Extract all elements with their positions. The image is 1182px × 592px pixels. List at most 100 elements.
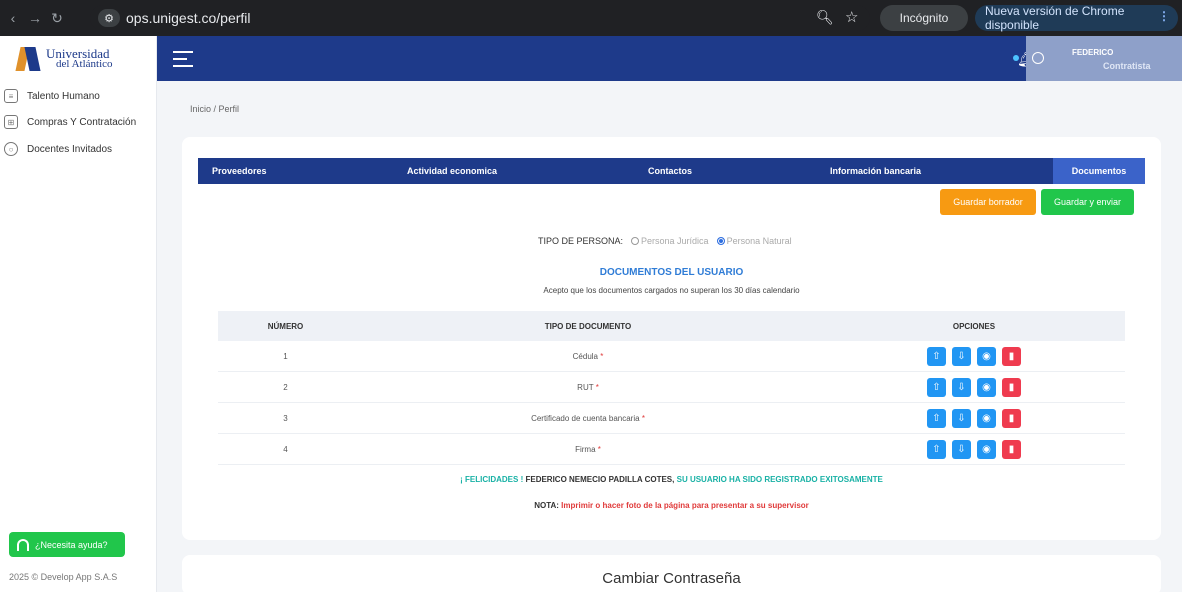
back-icon[interactable]: ‹ bbox=[4, 10, 22, 26]
delete-icon[interactable]: ▮ bbox=[1002, 439, 1021, 459]
nota-text: Imprimir o hacer foto de la página para … bbox=[561, 501, 809, 510]
top-bar: 🔔︎ FEDERICO Contratista bbox=[157, 36, 1182, 81]
upload-icon[interactable]: ⇧ bbox=[927, 439, 946, 459]
persona-type: TIPO DE PERSONA: Persona Jurídica Person… bbox=[538, 236, 792, 246]
header-options: OPCIONES bbox=[952, 321, 996, 331]
radio-persona-natural[interactable] bbox=[716, 237, 725, 245]
breadcrumb: Inicio / Perfil bbox=[190, 104, 240, 114]
user-menu[interactable]: FEDERICO Contratista bbox=[1026, 36, 1182, 81]
row-type: Certificado de cuenta bancaria * bbox=[353, 414, 823, 423]
sidebar-item-label: Compras Y Contratación bbox=[27, 116, 137, 128]
tab-proveedores[interactable]: Proveedores bbox=[198, 158, 393, 184]
cart-icon: ⊞ bbox=[4, 115, 18, 129]
delete-icon[interactable]: ▮ bbox=[1002, 377, 1021, 397]
profile-tabs: Proveedores Actividad economica Contacto… bbox=[198, 158, 1145, 184]
upload-icon[interactable]: ⇧ bbox=[927, 377, 946, 397]
persona-natural-label[interactable]: Persona Natural bbox=[727, 236, 792, 246]
help-label: ¿Necesita ayuda? bbox=[35, 539, 108, 550]
menu-toggle-icon[interactable] bbox=[173, 51, 193, 72]
header-number: NÚMERO bbox=[267, 321, 304, 331]
help-button[interactable]: ¿Necesita ayuda? bbox=[9, 532, 125, 557]
view-icon[interactable]: ◉ bbox=[977, 377, 996, 397]
zoom-icon[interactable]: 🔍︎ bbox=[816, 9, 834, 26]
password-title: Cambiar Contraseña bbox=[602, 570, 741, 587]
header-type: TIPO DE DOCUMENTO bbox=[544, 321, 632, 331]
sidebar-item-compras[interactable]: ⊞ Compras Y Contratación bbox=[0, 112, 136, 132]
row-type-label: Cédula bbox=[572, 351, 598, 361]
bookmark-star-icon[interactable]: ☆ bbox=[845, 8, 858, 26]
required-mark: * bbox=[597, 444, 601, 454]
chrome-update-button[interactable]: Nueva versión de Chrome disponible ⋮ bbox=[975, 4, 1178, 32]
documents-subtitle: Acepto que los documentos cargados no su… bbox=[543, 286, 800, 295]
logo-mark-icon bbox=[15, 45, 42, 73]
more-menu-icon[interactable]: ⋮ bbox=[1158, 9, 1170, 23]
view-icon[interactable]: ◉ bbox=[977, 408, 996, 428]
congrats-suffix: SU USUARIO HA SIDO REGISTRADO EXITOSAMEN… bbox=[676, 475, 883, 484]
persona-type-label: TIPO DE PERSONA: bbox=[538, 236, 624, 246]
row-type: Firma * bbox=[353, 445, 823, 454]
table-header: NÚMERO TIPO DE DOCUMENTO OPCIONES bbox=[218, 311, 1125, 341]
sidebar-item-label: Docentes Invitados bbox=[27, 143, 113, 155]
tab-informacion-bancaria[interactable]: Información bancaria bbox=[808, 158, 1053, 184]
delete-icon[interactable]: ▮ bbox=[1002, 408, 1021, 428]
row-type: RUT * bbox=[353, 383, 823, 392]
profile-card: Proveedores Actividad economica Contacto… bbox=[182, 137, 1161, 540]
download-icon[interactable]: ⇩ bbox=[952, 377, 971, 397]
radio-persona-juridica[interactable] bbox=[631, 237, 640, 245]
logo-line2: del Atlántico bbox=[56, 58, 113, 70]
tab-actividad-economica[interactable]: Actividad economica bbox=[393, 158, 623, 184]
sidebar-item-talento-humano[interactable]: ≡ Talento Humano bbox=[0, 86, 100, 106]
user-icon: ○ bbox=[4, 142, 18, 156]
university-logo[interactable]: Universidad del Atlántico bbox=[0, 36, 157, 82]
documents-title: DOCUMENTOS DEL USUARIO bbox=[599, 267, 744, 278]
save-draft-button[interactable]: Guardar borrador bbox=[940, 189, 1036, 215]
address-bar[interactable]: ⚙ ops.unigest.co/perfil bbox=[90, 5, 870, 31]
download-icon[interactable]: ⇩ bbox=[952, 439, 971, 459]
incognito-badge[interactable]: Incógnito bbox=[880, 5, 968, 31]
chrome-update-label: Nueva versión de Chrome disponible bbox=[985, 4, 1125, 32]
view-icon[interactable]: ◉ bbox=[977, 439, 996, 459]
sidebar-item-docentes[interactable]: ○ Docentes Invitados bbox=[0, 139, 112, 159]
upload-icon[interactable]: ⇧ bbox=[927, 408, 946, 428]
row-actions: ⇧ ⇩ ◉ ▮ bbox=[823, 346, 1125, 366]
site-settings-icon[interactable]: ⚙ bbox=[98, 9, 120, 27]
row-actions: ⇧ ⇩ ◉ ▮ bbox=[823, 408, 1125, 428]
documents-table: NÚMERO TIPO DE DOCUMENTO OPCIONES 1 Cédu… bbox=[218, 311, 1125, 465]
success-message: ¡ FELICIDADES ! FEDERICO NEMECIO PADILLA… bbox=[182, 475, 1161, 484]
url-text[interactable]: ops.unigest.co/perfil bbox=[126, 10, 251, 26]
row-number: 3 bbox=[283, 413, 288, 423]
user-role: Contratista bbox=[1103, 61, 1151, 71]
reload-icon[interactable]: ↻ bbox=[48, 10, 66, 27]
row-actions: ⇧ ⇩ ◉ ▮ bbox=[823, 439, 1125, 459]
tab-documentos[interactable]: Documentos bbox=[1053, 158, 1145, 184]
required-mark: * bbox=[595, 382, 599, 392]
sidebar-item-label: Talento Humano bbox=[27, 90, 100, 102]
delete-icon[interactable]: ▮ bbox=[1002, 346, 1021, 366]
headset-icon bbox=[17, 538, 29, 551]
view-icon[interactable]: ◉ bbox=[977, 346, 996, 366]
tab-contactos[interactable]: Contactos bbox=[623, 158, 808, 184]
user-avatar-icon bbox=[1032, 52, 1044, 64]
document-icon: ≡ bbox=[4, 89, 18, 103]
table-row: 3 Certificado de cuenta bancaria * ⇧ ⇩ ◉… bbox=[218, 403, 1125, 434]
required-mark: * bbox=[600, 351, 604, 361]
congrats-prefix: ¡ FELICIDADES ! bbox=[460, 475, 524, 484]
download-icon[interactable]: ⇩ bbox=[952, 408, 971, 428]
nota-label: NOTA: bbox=[534, 501, 559, 510]
password-card: Cambiar Contraseña bbox=[182, 555, 1161, 592]
save-send-button[interactable]: Guardar y enviar bbox=[1041, 189, 1134, 215]
download-icon[interactable]: ⇩ bbox=[952, 346, 971, 366]
upload-icon[interactable]: ⇧ bbox=[927, 346, 946, 366]
row-type-label: Certificado de cuenta bancaria bbox=[531, 413, 640, 423]
forward-icon[interactable]: → bbox=[26, 10, 44, 26]
persona-juridica-label[interactable]: Persona Jurídica bbox=[641, 236, 709, 246]
sidebar: Universidad del Atlántico ≡ Talento Huma… bbox=[0, 36, 157, 592]
table-row: 1 Cédula * ⇧ ⇩ ◉ ▮ bbox=[218, 341, 1125, 372]
row-number: 1 bbox=[283, 351, 288, 361]
incognito-label: Incógnito bbox=[899, 11, 949, 25]
user-name: FEDERICO bbox=[1072, 48, 1114, 57]
row-actions: ⇧ ⇩ ◉ ▮ bbox=[823, 377, 1125, 397]
row-type: Cédula * bbox=[353, 352, 823, 361]
row-number: 2 bbox=[283, 382, 288, 392]
row-type-label: RUT bbox=[577, 382, 594, 392]
